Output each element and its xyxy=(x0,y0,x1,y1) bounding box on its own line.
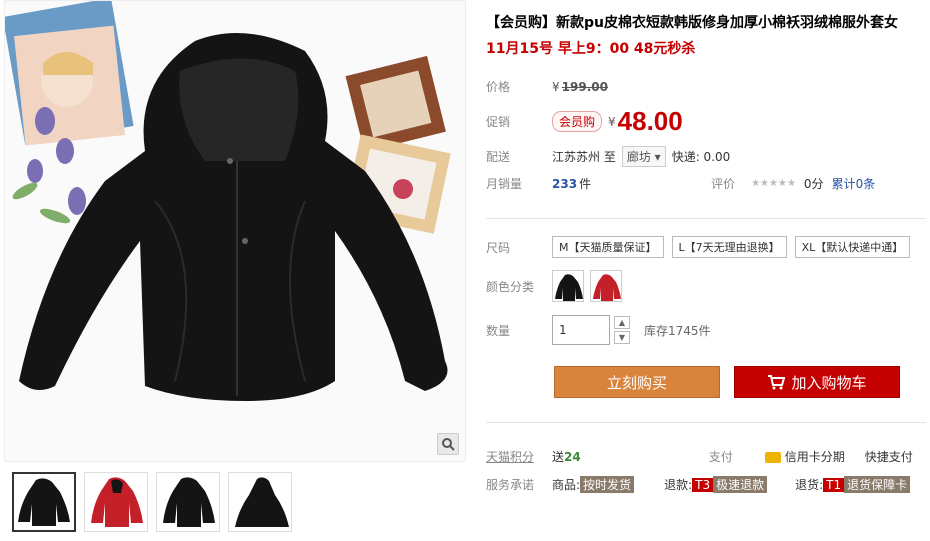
quick-pay[interactable]: 快捷支付 xyxy=(865,448,913,465)
price-currency: ¥ xyxy=(552,79,560,94)
shipping-from: 江苏苏州 至 xyxy=(552,150,616,164)
sale-price: 48.00 xyxy=(617,106,683,136)
price-label: 价格 xyxy=(486,80,511,94)
quantity-value: 1 xyxy=(559,323,567,337)
rating-stars: ★★★★★ xyxy=(751,178,796,189)
shipping-label: 配送 xyxy=(486,150,511,164)
service-refund-code: T3 xyxy=(692,477,714,492)
buy-now-label: 立刻购买 xyxy=(606,373,667,392)
pay-label: 支付 xyxy=(708,450,733,464)
quantity-label: 数量 xyxy=(486,323,511,338)
buy-now-button[interactable]: 立刻购买 xyxy=(554,366,720,398)
main-product-image[interactable] xyxy=(4,0,466,462)
thumbnail-strip xyxy=(12,472,292,532)
divider xyxy=(486,422,926,423)
service-returns-label: 退货: xyxy=(795,478,824,492)
service-label: 服务承诺 xyxy=(486,478,535,492)
destination-select[interactable]: 廊坊 ▾ xyxy=(621,146,666,167)
chevron-down-icon: ▾ xyxy=(654,150,661,164)
add-to-cart-button[interactable]: 加入购物车 xyxy=(734,366,900,398)
thumbnail-3[interactable] xyxy=(156,472,220,532)
reviews-link[interactable]: 累计0条 xyxy=(832,175,876,192)
divider xyxy=(486,218,926,219)
color-option-red[interactable] xyxy=(590,270,622,302)
points-prefix: 送 xyxy=(552,450,565,464)
product-detail-panel: 【会员购】新款pu皮棉衣短款韩版修身加厚小棉袄羽绒棉服外套女 11月15号 早上… xyxy=(486,0,926,493)
credit-installment-label: 信用卡分期 xyxy=(784,450,845,464)
sale-currency: ¥ xyxy=(608,114,616,129)
size-option-xl[interactable]: XL【默认快递中通】 xyxy=(794,236,911,258)
destination-value: 廊坊 xyxy=(626,150,651,164)
service-goods-badge[interactable]: 按时发货 xyxy=(580,476,635,493)
stock-text: 库存1745件 xyxy=(644,323,711,338)
service-refund-label: 退款: xyxy=(664,478,693,492)
quantity-up-icon[interactable]: ▲ xyxy=(614,316,630,329)
color-label: 颜色分类 xyxy=(486,279,535,294)
sales-label: 月销量 xyxy=(486,177,523,191)
service-goods-label: 商品: xyxy=(552,478,581,492)
product-title: 【会员购】新款pu皮棉衣短款韩版修身加厚小棉袄羽绒棉服外套女 xyxy=(486,15,898,31)
rating-label: 评价 xyxy=(711,177,736,191)
service-refund-badge[interactable]: 极速退款 xyxy=(713,476,768,493)
sales-unit: 件 xyxy=(579,177,592,191)
jacket-photo xyxy=(5,1,451,401)
points-label[interactable]: 天猫积分 xyxy=(486,448,552,465)
promo-text: 11月15号 早上9：00 48元秒杀 xyxy=(486,41,696,57)
original-price: 199.00 xyxy=(561,79,608,94)
thumbnail-2[interactable] xyxy=(84,472,148,532)
thumbnail-4[interactable] xyxy=(228,472,292,532)
color-option-black[interactable] xyxy=(552,270,584,302)
size-label: 尺码 xyxy=(486,240,511,255)
quantity-input[interactable]: 1 xyxy=(552,315,610,345)
thumbnail-1[interactable] xyxy=(12,472,76,532)
size-option-l[interactable]: L【7天无理由退换】 xyxy=(671,236,787,258)
rating-score: 0分 xyxy=(803,177,824,191)
service-returns-badge[interactable]: 退货保障卡 xyxy=(844,476,911,493)
quantity-down-icon[interactable]: ▼ xyxy=(614,331,630,344)
zoom-icon[interactable] xyxy=(437,433,459,455)
size-option-m[interactable]: M【天猫质量保证】 xyxy=(552,236,664,258)
sales-count: 233 xyxy=(552,176,578,191)
member-tag: 会员购 xyxy=(552,111,603,132)
sale-label: 促销 xyxy=(486,115,511,129)
add-to-cart-label: 加入购物车 xyxy=(791,373,867,392)
shipping-fee: 快递: 0.00 xyxy=(671,150,731,164)
service-returns-code: T1 xyxy=(823,477,845,492)
points-value: 24 xyxy=(564,449,581,464)
credit-card-icon xyxy=(764,452,781,463)
credit-installment[interactable]: 信用卡分期 xyxy=(764,448,845,465)
product-gallery xyxy=(0,0,470,541)
cart-icon xyxy=(768,375,786,390)
